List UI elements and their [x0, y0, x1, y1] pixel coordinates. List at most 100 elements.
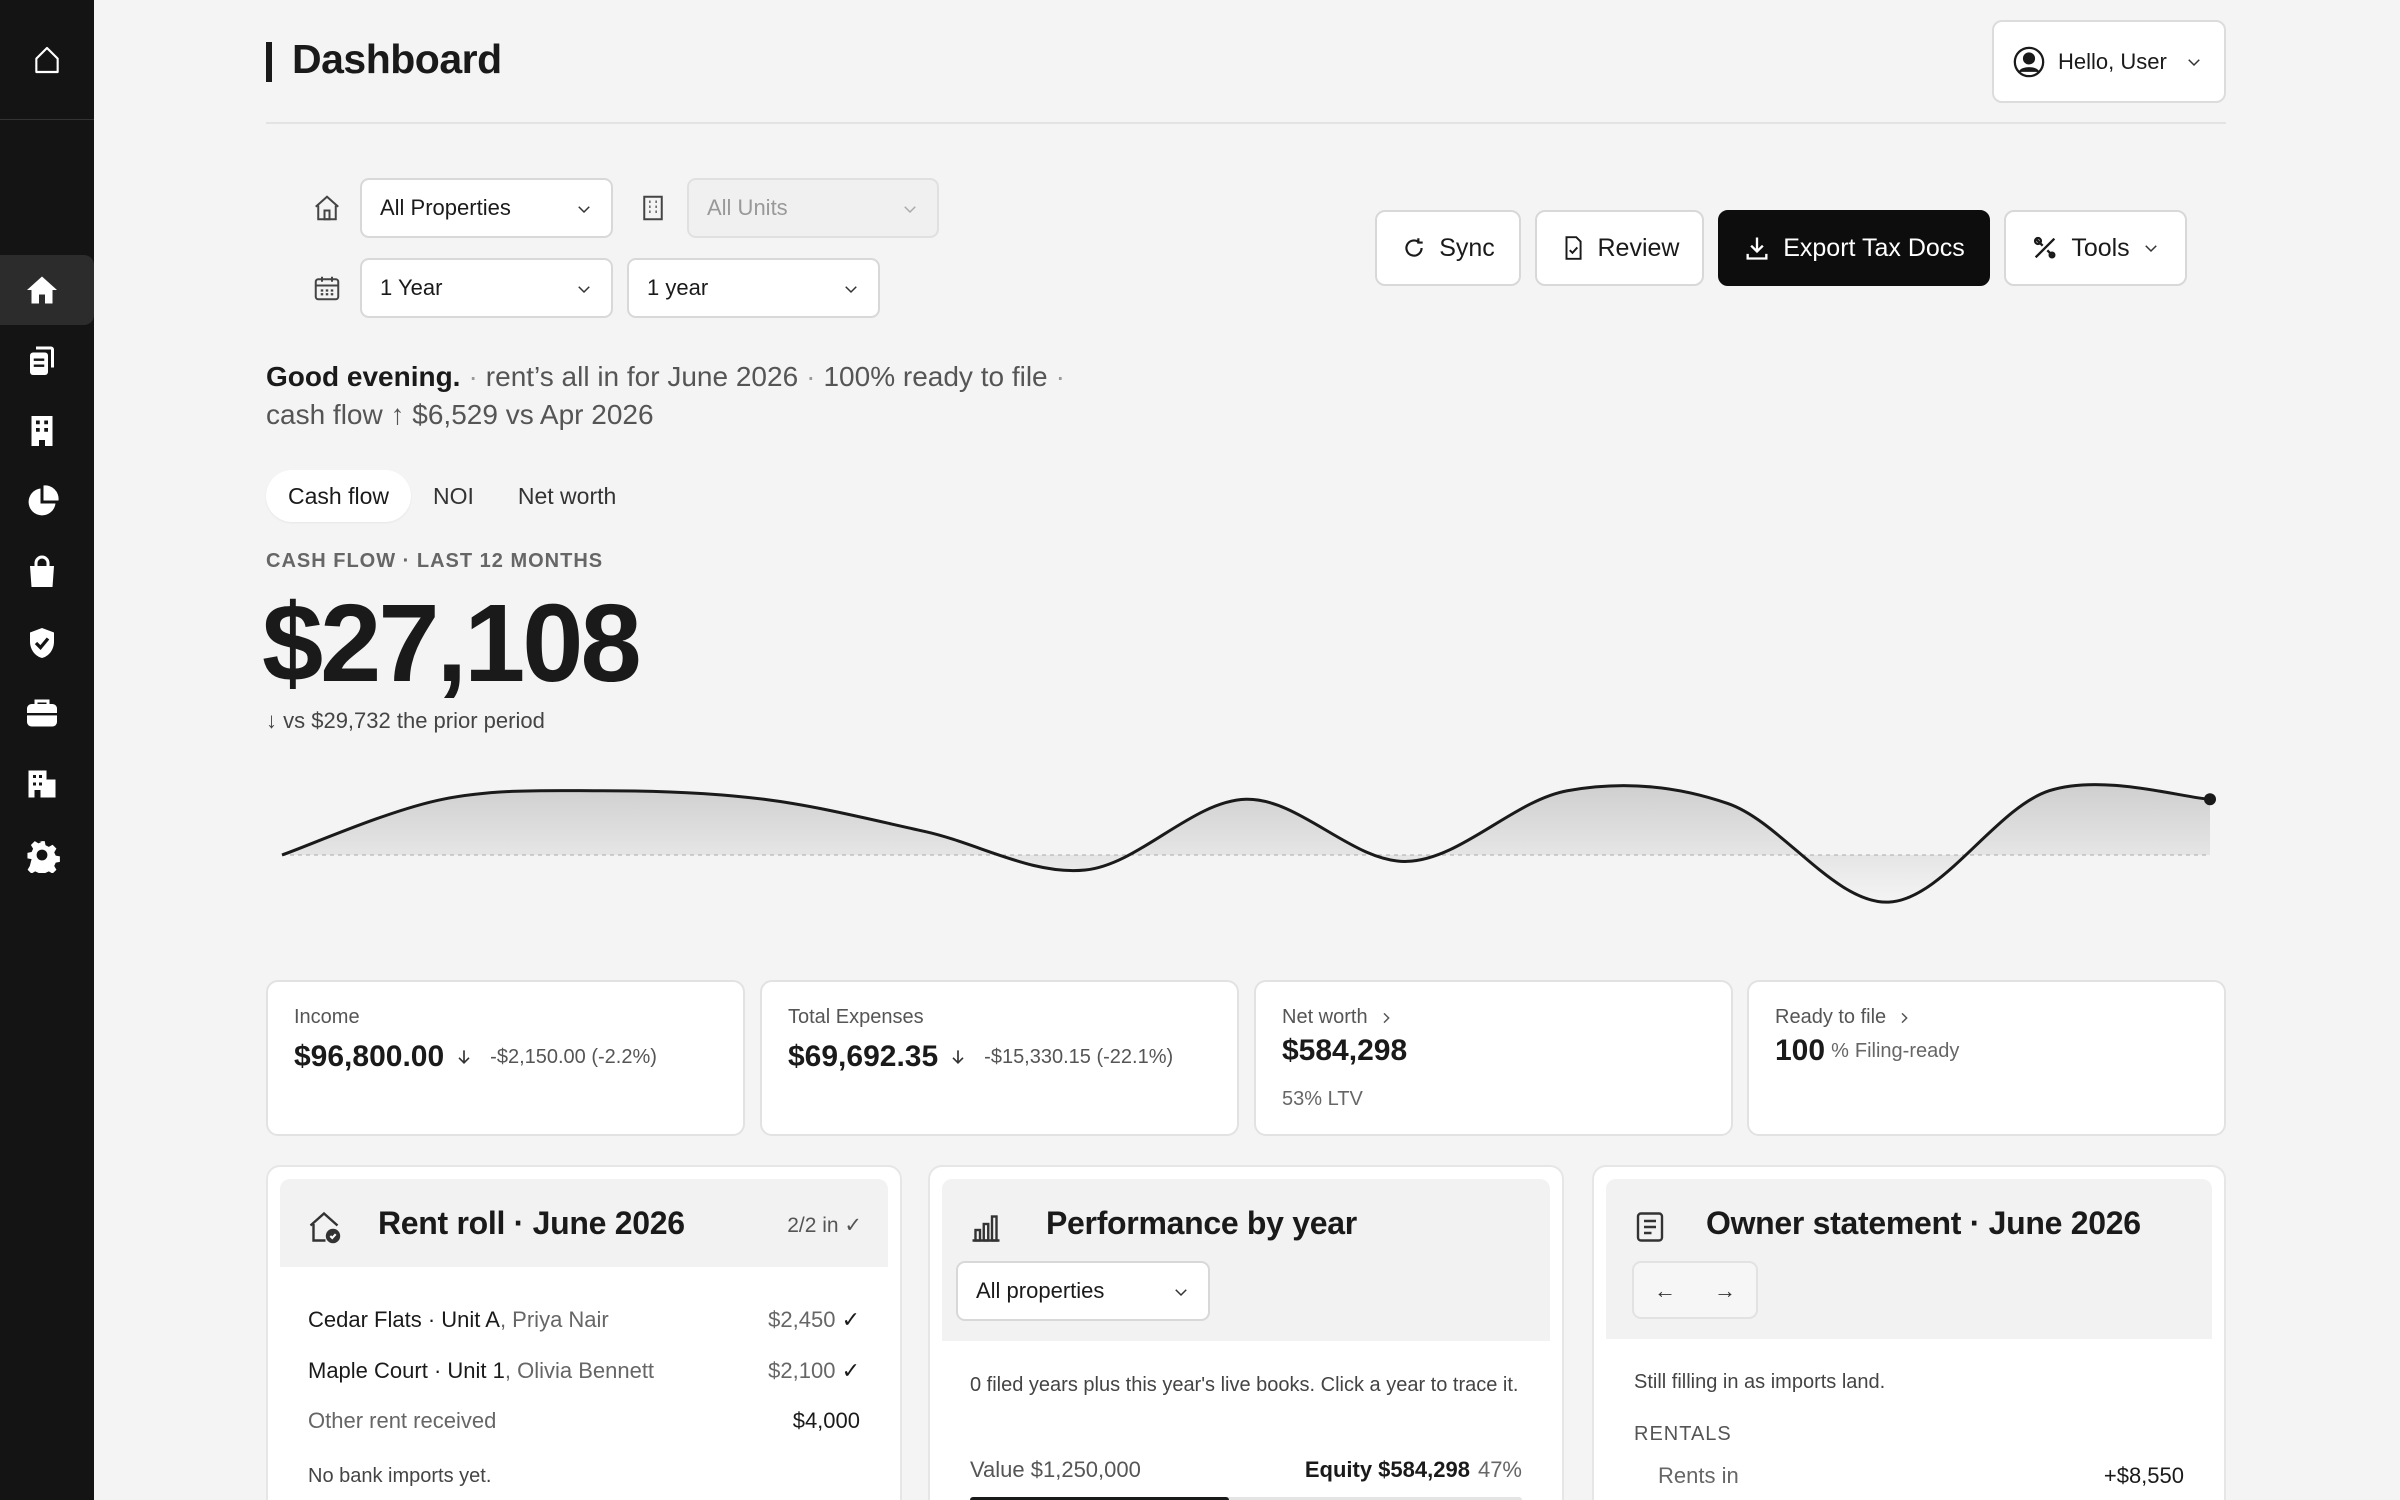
rentals-section-label: RENTALS	[1634, 1423, 1732, 1445]
sidebar-item-shop[interactable]	[0, 537, 94, 607]
user-menu-label: Hello, User	[2058, 48, 2167, 74]
download-icon	[1746, 237, 1768, 260]
unit-select[interactable]: All Units	[687, 178, 939, 238]
performance-description: 0 filed years plus this year's live book…	[970, 1374, 1519, 1396]
chevron-down-icon	[904, 206, 916, 214]
ready-to-file-card[interactable]: Ready to file 100 % Filing-ready	[1747, 980, 2226, 1136]
rent-roll-panel: Rent roll · June 2026 2/2 in ✓ Cedar Fla…	[266, 1165, 902, 1500]
owner-statement-title: Owner statement · June 2026	[1706, 1205, 2141, 1241]
property-select-value: All Properties	[380, 195, 511, 220]
home-outline-icon	[315, 195, 339, 221]
property-select[interactable]: All Properties	[360, 178, 613, 238]
sidebar-item-reports[interactable]	[0, 467, 94, 537]
performance-equity-pct: 47%	[1477, 1457, 1522, 1482]
review-button[interactable]: Review	[1535, 210, 1704, 286]
arrow-down-icon	[952, 1050, 964, 1065]
export-label: Export Tax Docs	[1783, 233, 1965, 262]
comparison-select[interactable]: 1 year	[627, 258, 880, 318]
chevron-down-icon	[1175, 1289, 1187, 1297]
owner-statement-note: Still filling in as imports land.	[1634, 1371, 1886, 1393]
owner-statement-header: Owner statement · June 2026 ← →	[1606, 1179, 2212, 1339]
ready-unit: %	[1831, 1039, 1849, 1062]
sidebar-item-settings[interactable]	[0, 820, 94, 890]
sidebar-item-documents[interactable]	[0, 325, 94, 395]
performance-panel: Performance by year All properties 0 fil…	[928, 1165, 1564, 1500]
ready-label-row: Ready to file	[1775, 1006, 1912, 1029]
sidebar	[0, 0, 94, 1500]
performance-select-value: All properties	[976, 1278, 1105, 1303]
performance-property-select[interactable]: All properties	[956, 1261, 1210, 1321]
rent-roll-other-row: Other rent received $4,000	[308, 1408, 860, 1434]
ready-label: Ready to file	[1775, 1006, 1887, 1028]
tab-net-worth[interactable]: Net worth	[496, 470, 638, 522]
ready-value: 100	[1775, 1034, 1826, 1067]
documents-icon	[30, 346, 54, 375]
greeting-hello: Good evening.	[266, 361, 461, 392]
tools-icon	[2034, 236, 2056, 259]
user-menu-button[interactable]: Hello, User	[1992, 20, 2226, 103]
chevron-right-icon	[1901, 1012, 1908, 1023]
owner-statement-panel: Owner statement · June 2026 ← → Still fi…	[1592, 1165, 2226, 1500]
expenses-delta: -$15,330.15 (-22.1%)	[984, 1045, 1174, 1068]
briefcase-icon	[27, 699, 57, 727]
next-month-button[interactable]: →	[1694, 1263, 1756, 1319]
page-title: Dashboard	[292, 36, 502, 82]
net-worth-label: Net worth	[1282, 1006, 1368, 1028]
net-worth-ltv: 53% LTV	[1282, 1088, 1363, 1110]
review-label: Review	[1597, 233, 1680, 262]
chevron-down-icon	[845, 286, 857, 294]
performance-title: Performance by year	[1046, 1205, 1357, 1241]
sidebar-item-company[interactable]	[0, 749, 94, 819]
document-check-icon	[1565, 236, 1582, 260]
income-value: $96,800.00	[294, 1040, 445, 1073]
comparison-select-value: 1 year	[647, 275, 709, 300]
ready-sub: Filing-ready	[1854, 1039, 1960, 1062]
sync-button[interactable]: Sync	[1375, 210, 1521, 286]
refresh-icon	[1405, 238, 1423, 257]
hero-compare: ↓ vs $29,732 the prior period	[266, 708, 545, 733]
month-nav-group: ← →	[1632, 1261, 1758, 1319]
greeting-cashflow: cash flow ↑ $6,529 vs Apr 2026	[266, 399, 654, 430]
tab-cash-flow[interactable]: Cash flow	[266, 470, 411, 522]
sidebar-item-properties[interactable]	[0, 396, 94, 466]
greeting-ready-status: 100% ready to file	[823, 361, 1048, 392]
rents-in-value: +$8,550	[2103, 1463, 2184, 1488]
chevron-down-icon	[2188, 58, 2200, 66]
expenses-card[interactable]: Total Expenses $69,692.35 -$15,330.15 (-…	[760, 980, 1239, 1136]
bar-chart-icon	[972, 1215, 1000, 1242]
sidebar-item-business[interactable]	[0, 678, 94, 748]
tab-noi[interactable]: NOI	[411, 470, 496, 522]
rent-roll-row[interactable]: Cedar Flats · Unit A, Priya Nair $2,450 …	[308, 1307, 860, 1333]
chevron-down-icon	[578, 206, 590, 214]
rents-in-label: Rents in	[1658, 1463, 1739, 1488]
rent-roll-amount: $2,450	[768, 1307, 836, 1332]
chevron-down-icon	[578, 286, 590, 294]
chevron-right-icon	[1383, 1012, 1390, 1023]
period-select[interactable]: 1 Year	[360, 258, 613, 318]
calendar-icon	[314, 276, 340, 301]
performance-equity: Equity $584,298	[1304, 1457, 1470, 1482]
previous-month-button[interactable]: ←	[1634, 1263, 1696, 1319]
net-worth-label-row: Net worth	[1282, 1006, 1394, 1029]
shield-check-icon	[30, 628, 54, 658]
gear-icon	[27, 841, 60, 873]
expenses-value-row: $69,692.35 -$15,330.15 (-22.1%)	[788, 1040, 1173, 1074]
tools-button[interactable]: Tools	[2004, 210, 2187, 286]
rent-roll-note: No bank imports yet.	[308, 1465, 492, 1487]
metric-tabs: Cash flow NOI Net worth	[266, 470, 638, 522]
export-tax-docs-button[interactable]: Export Tax Docs	[1718, 210, 1990, 286]
sidebar-home-logo[interactable]	[0, 0, 94, 120]
rent-roll-badge: 2/2 in ✓	[787, 1214, 862, 1237]
income-card[interactable]: Income $96,800.00 -$2,150.00 (-2.2%)	[266, 980, 745, 1136]
rent-roll-row[interactable]: Maple Court · Unit 1, Olivia Bennett $2,…	[308, 1358, 860, 1384]
rent-roll-tenant: , Priya Nair	[499, 1307, 609, 1332]
sidebar-item-home[interactable]	[0, 255, 94, 325]
expenses-value: $69,692.35	[788, 1040, 939, 1073]
sidebar-item-insurance[interactable]	[0, 608, 94, 678]
page-header: Dashboard Hello, User	[266, 0, 2226, 124]
net-worth-card[interactable]: Net worth $584,298 53% LTV	[1254, 980, 1733, 1136]
hero-kicker: CASH FLOW · LAST 12 MONTHS	[266, 550, 604, 572]
ready-value-row: 100 % Filing-ready	[1775, 1034, 1959, 1068]
rent-roll-unit: Cedar Flats · Unit A	[308, 1307, 500, 1332]
performance-header: Performance by year All properties	[942, 1179, 1550, 1341]
